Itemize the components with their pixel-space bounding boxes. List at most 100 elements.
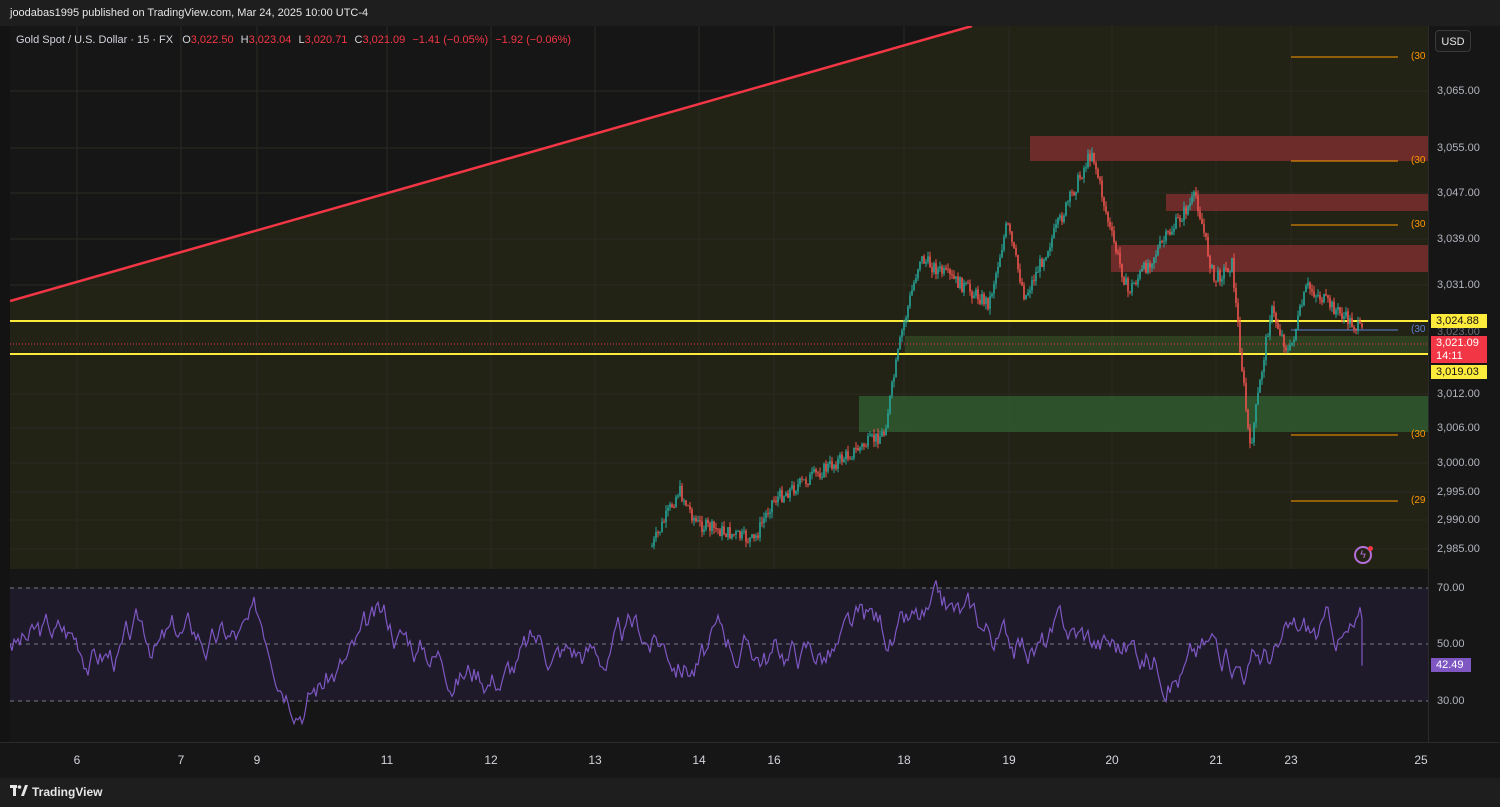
- demand-zone-upper[interactable]: [905, 336, 1428, 354]
- candle-body: [963, 282, 965, 293]
- candle-body: [1239, 322, 1241, 353]
- price-tick: 3,012.00: [1437, 388, 1480, 400]
- candle-body: [1207, 236, 1209, 257]
- candle-body: [931, 267, 933, 273]
- candle-body: [1037, 271, 1039, 273]
- candle-body: [819, 473, 821, 478]
- candle-body: [901, 330, 903, 338]
- candle-body: [1079, 175, 1081, 178]
- time-label: 23: [1284, 753, 1298, 767]
- candle-body: [1261, 371, 1263, 381]
- tradingview-logo[interactable]: TradingView: [10, 785, 102, 799]
- candle-body: [1183, 207, 1185, 221]
- candle-body: [933, 263, 935, 273]
- candle-body: [923, 256, 925, 264]
- candle-body: [925, 261, 927, 264]
- candle-body: [899, 337, 901, 350]
- candle-body: [739, 530, 741, 539]
- candle-body: [1167, 231, 1169, 233]
- candle-body: [1061, 215, 1063, 222]
- rsi-tick: 30.00: [1437, 695, 1465, 707]
- candle-body: [897, 349, 899, 360]
- bar-countdown: 14:11: [1436, 350, 1463, 362]
- candle-body: [1135, 283, 1137, 285]
- candle-body: [1009, 224, 1011, 232]
- legend-change: −1.41 (−0.05%): [412, 34, 489, 46]
- candle-body: [759, 522, 761, 538]
- candle-body: [1351, 318, 1353, 328]
- candle-body: [1313, 291, 1315, 297]
- legend-symbol: Gold Spot / U.S. Dollar · 15 · FX: [16, 34, 174, 46]
- candle-body: [1085, 167, 1087, 169]
- price-tick: 2,995.00: [1437, 486, 1480, 498]
- candle-body: [703, 529, 705, 532]
- candle-body: [757, 535, 759, 538]
- legend-close: 3,021.09: [362, 34, 406, 46]
- supply-zone-middle[interactable]: [1166, 194, 1428, 211]
- candle-body: [711, 521, 713, 531]
- candle-body: [959, 277, 961, 288]
- rsi-pane[interactable]: [10, 569, 1428, 742]
- time-label: 19: [1002, 753, 1016, 767]
- candle-body: [1015, 248, 1017, 256]
- candle-body: [1305, 285, 1307, 293]
- fib-label: (30: [1411, 219, 1426, 230]
- candle-body: [735, 531, 737, 535]
- candle-body: [1067, 201, 1069, 203]
- candle-body: [965, 282, 967, 284]
- candle-body: [749, 537, 751, 542]
- time-label: 9: [253, 753, 261, 767]
- price-tick: 3,065.00: [1437, 85, 1480, 97]
- candle-body: [957, 276, 959, 288]
- time-label: 6: [73, 753, 81, 767]
- candle-body: [815, 469, 817, 473]
- candle-body: [833, 464, 835, 469]
- candle-body: [991, 293, 993, 297]
- candle-body: [1081, 177, 1083, 179]
- candle-body: [679, 485, 681, 496]
- candle-body: [847, 451, 849, 459]
- time-label: 16: [767, 753, 781, 767]
- candle-body: [1317, 294, 1319, 296]
- candle-body: [1279, 328, 1281, 336]
- demand-zone-lower[interactable]: [859, 396, 1428, 432]
- candle-body: [773, 500, 775, 502]
- candle-body: [1003, 236, 1005, 250]
- price-tick: 3,039.00: [1437, 233, 1480, 245]
- candle-body: [1323, 294, 1325, 303]
- candle-body: [1007, 223, 1009, 225]
- fib-label: (29: [1411, 495, 1426, 506]
- candle-body: [1043, 259, 1045, 267]
- time-label: 12: [484, 753, 498, 767]
- price-axis[interactable]: USD 3,065.00 3,055.00 3,047.00 3,039.00 …: [1428, 26, 1500, 742]
- top-bar: joodabas1995 published on TradingView.co…: [0, 0, 1500, 26]
- candle-body: [1337, 307, 1339, 310]
- candle-body: [1191, 196, 1193, 204]
- price-chart-canvas[interactable]: [10, 26, 1428, 569]
- candle-body: [789, 488, 791, 498]
- candle-body: [1355, 329, 1357, 331]
- candle-body: [853, 447, 855, 459]
- candle-body: [1213, 265, 1215, 281]
- candle-body: [1327, 295, 1329, 298]
- time-axis[interactable]: 6 7 9 11 12 13 14 16 18 19 20 21 23 25: [0, 742, 1500, 779]
- candle-body: [845, 451, 847, 460]
- candle-body: [1225, 267, 1227, 269]
- candle-body: [783, 496, 785, 502]
- candle-body: [1147, 263, 1149, 273]
- candle-body: [1287, 349, 1289, 351]
- candle-body: [871, 434, 873, 436]
- candle-body: [1347, 311, 1349, 325]
- candle-body: [997, 267, 999, 274]
- candle-body: [937, 268, 939, 275]
- candle-body: [1353, 327, 1355, 330]
- candle-body: [869, 434, 871, 436]
- price-chart-pane[interactable]: Gold Spot / U.S. Dollar · 15 · FX O3,022…: [10, 26, 1428, 569]
- candle-body: [861, 443, 863, 448]
- candle-body: [887, 413, 889, 429]
- currency-button[interactable]: USD: [1435, 30, 1471, 52]
- candle-body: [779, 490, 781, 497]
- candle-body: [1203, 224, 1205, 233]
- rsi-canvas[interactable]: [10, 569, 1428, 742]
- candle-body: [1045, 257, 1047, 260]
